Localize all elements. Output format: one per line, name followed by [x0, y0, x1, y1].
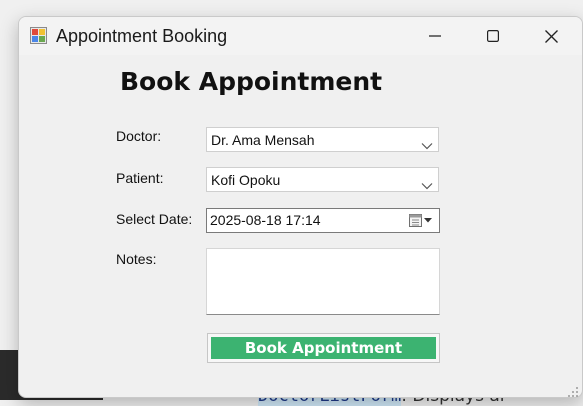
close-button[interactable] [522, 17, 580, 55]
patient-selected-value: Kofi Opoku [211, 172, 281, 188]
doctor-selected-value: Dr. Ama Mensah [211, 132, 315, 148]
patient-label: Patient: [116, 170, 164, 186]
notes-textarea[interactable] [206, 248, 440, 315]
minimize-button[interactable] [406, 17, 464, 55]
date-label: Select Date: [116, 211, 193, 227]
chevron-down-icon[interactable] [421, 175, 433, 194]
date-picker[interactable]: 2025-08-18 17:14 [206, 208, 440, 233]
calendar-dropdown-icon[interactable] [409, 213, 433, 232]
book-appointment-button-label: Book Appointment [211, 337, 436, 359]
appointment-booking-window: Appointment Booking Book Appointment Doc… [18, 16, 583, 398]
title-bar[interactable]: Appointment Booking [19, 17, 582, 55]
minimize-icon [429, 30, 441, 42]
maximize-icon [487, 30, 499, 42]
maximize-button[interactable] [464, 17, 522, 55]
window-title: Appointment Booking [56, 26, 228, 46]
doctor-dropdown[interactable]: Dr. Ama Mensah [206, 127, 439, 152]
close-icon [544, 29, 558, 43]
chevron-down-icon[interactable] [421, 135, 433, 154]
app-icon[interactable] [30, 27, 47, 44]
patient-dropdown[interactable]: Kofi Opoku [206, 167, 439, 192]
resize-grip-icon[interactable] [566, 384, 580, 403]
book-appointment-button[interactable]: Book Appointment [207, 333, 440, 363]
doctor-label: Doctor: [116, 128, 162, 144]
notes-label: Notes: [116, 251, 157, 267]
form-heading: Book Appointment [120, 67, 383, 96]
date-picker-value: 2025-08-18 17:14 [210, 212, 321, 228]
